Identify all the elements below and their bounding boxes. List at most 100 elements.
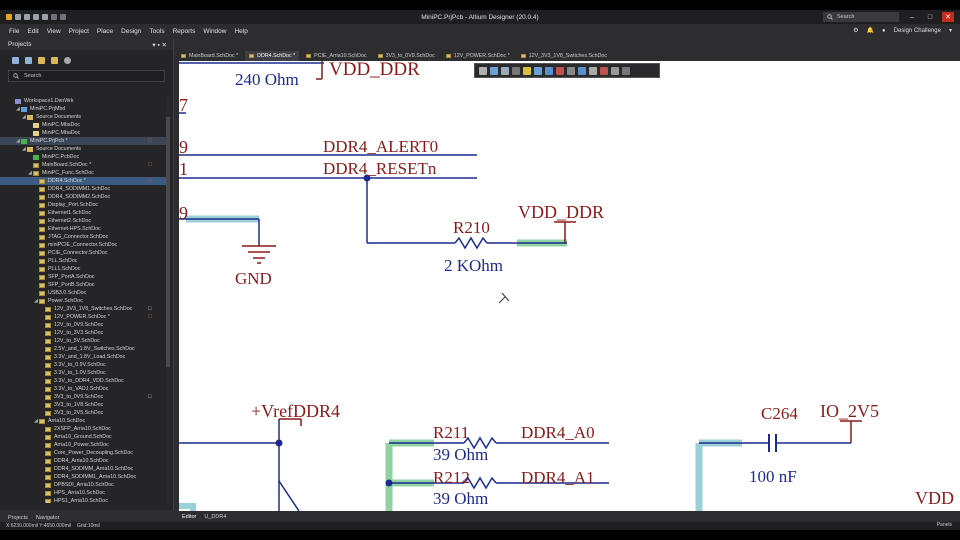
tree-item[interactable]: MiniPC.MbsDoc bbox=[0, 121, 166, 129]
document-tab[interactable]: PCIE_Arria10.SchDoc bbox=[302, 51, 371, 61]
tree-item[interactable]: MiniPC.MbaDoc bbox=[0, 129, 166, 137]
tree-item[interactable]: 3.3V_to_DDR4_VDD.SchDoc bbox=[0, 377, 166, 385]
tree-item[interactable]: MainBoard.SchDoc * □ bbox=[0, 161, 166, 169]
tree-item[interactable]: Workspace1.DsnWrk bbox=[0, 97, 166, 105]
schematic-canvas[interactable]: 240 Ohm VDD_DDR 7 9 1 DDR4_ALERT0 DDR4_R… bbox=[179, 61, 960, 511]
menu-design[interactable]: Design bbox=[121, 28, 141, 35]
menu-window[interactable]: Window bbox=[203, 28, 226, 35]
bus-icon[interactable] bbox=[534, 66, 542, 75]
tree-item[interactable]: SFP_PortA.SchDoc bbox=[0, 273, 166, 281]
tree-item[interactable]: 2XSFP_Arria10.SchDoc bbox=[0, 425, 166, 433]
chevron-down-icon[interactable]: ▾ bbox=[949, 27, 952, 34]
tree-item[interactable]: Arria10_Ground.SchDoc bbox=[0, 433, 166, 441]
move-icon[interactable] bbox=[490, 66, 498, 75]
tree-item[interactable]: 3.3V_to_0.9V.SchDoc bbox=[0, 361, 166, 369]
tree-item[interactable]: 3.3V_to_VADJ.SchDoc bbox=[0, 385, 166, 393]
menu-edit[interactable]: Edit bbox=[27, 28, 38, 35]
menu-help[interactable]: Help bbox=[234, 28, 247, 35]
tree-item[interactable]: HPS1_Arria10.SchDoc bbox=[0, 497, 166, 503]
menu-view[interactable]: View bbox=[47, 28, 61, 35]
menu-project[interactable]: Project bbox=[69, 28, 89, 35]
tree-scrollbar-thumb[interactable] bbox=[166, 117, 170, 367]
tree-item[interactable]: SFP_PortB.SchDoc bbox=[0, 281, 166, 289]
minimize-button[interactable]: – bbox=[906, 12, 918, 22]
document-tab[interactable]: DDR4.SchDoc * bbox=[245, 51, 300, 61]
document-tab[interactable]: MainBoard.SchDoc * bbox=[177, 51, 243, 61]
wire-icon[interactable] bbox=[523, 66, 531, 75]
power-port-io[interactable] bbox=[840, 420, 862, 443]
tree-item[interactable]: JTAG_Connector.SchDoc bbox=[0, 233, 166, 241]
tree-item[interactable]: PCIE_Connector.SchDoc bbox=[0, 249, 166, 257]
tree-item[interactable]: 12V_to_3V3.SchDoc bbox=[0, 329, 166, 337]
tree-item[interactable]: 3V3_to_2V5.SchDoc bbox=[0, 409, 166, 417]
tree-item[interactable]: 3.3V_and_1.8V_Load.SchDoc bbox=[0, 353, 166, 361]
text-icon[interactable] bbox=[611, 66, 619, 75]
close-button[interactable]: ✕ bbox=[942, 12, 954, 22]
tree-item[interactable]: 3V3_to_0V9.SchDoc □ bbox=[0, 393, 166, 401]
label-r210[interactable]: R210 bbox=[453, 218, 490, 237]
tree-item[interactable]: DDR4_SODIMM_Arria10.SchDoc bbox=[0, 465, 166, 473]
tree-item[interactable]: DDR4.SchDoc * □ bbox=[0, 177, 166, 185]
tree-item[interactable]: PLL.SchDoc bbox=[0, 257, 166, 265]
maximize-button[interactable]: □ bbox=[924, 12, 936, 22]
menu-tools[interactable]: Tools bbox=[149, 28, 164, 35]
label-c264[interactable]: C264 bbox=[761, 404, 798, 423]
select-icon[interactable] bbox=[501, 66, 509, 75]
power-port-icon[interactable] bbox=[556, 66, 564, 75]
directive-icon[interactable] bbox=[600, 66, 608, 75]
tree-item[interactable]: ◢ Arria10.SchDoc bbox=[0, 417, 166, 425]
part-icon[interactable] bbox=[567, 66, 575, 75]
tree-item[interactable]: Ethernet2.SchDoc bbox=[0, 217, 166, 225]
port-icon[interactable] bbox=[578, 66, 586, 75]
tree-item[interactable]: Core_Power_Decoupling.SchDoc bbox=[0, 449, 166, 457]
user-icon[interactable]: ● bbox=[882, 28, 886, 34]
tab-projects[interactable]: Projects bbox=[8, 515, 28, 521]
panels-button[interactable]: Panels bbox=[937, 522, 952, 528]
document-tab[interactable]: 12V_POWER.SchDoc * bbox=[441, 51, 514, 61]
tree-item[interactable]: DDR4_SODIMM1.SchDoc bbox=[0, 185, 166, 193]
tree-item[interactable]: Ethernet-HPS.SchDoc bbox=[0, 225, 166, 233]
tree-item[interactable]: ◢ Power.SchDoc bbox=[0, 297, 166, 305]
net-label-reset[interactable]: DDR4_RESETn bbox=[323, 159, 437, 178]
tree-item[interactable]: Arria10_Power.SchDoc bbox=[0, 441, 166, 449]
document-tab[interactable]: 12V_3V3_1V8_Switches.SchDoc bbox=[516, 51, 612, 61]
tree-item[interactable]: DDR4_SODIMM1_Arria10.SchDoc bbox=[0, 473, 166, 481]
tree-item[interactable]: 3.3V_to_1.0V.SchDoc bbox=[0, 369, 166, 377]
tab-u-ddr4[interactable]: U_DDR4 bbox=[204, 514, 226, 520]
menu-place[interactable]: Place bbox=[97, 28, 113, 35]
panel-menu-icon[interactable]: ▾ ▪ ✕ bbox=[152, 41, 167, 49]
projects-search-input[interactable]: Search bbox=[8, 70, 165, 82]
tree-item[interactable]: 12V_POWER.SchDoc * □ bbox=[0, 313, 166, 321]
resistor-r210[interactable] bbox=[454, 236, 488, 250]
document-tab[interactable]: 3V3_to_0V9.SchDoc bbox=[373, 51, 439, 61]
label-r211[interactable]: R211 bbox=[433, 423, 469, 442]
tree-item[interactable]: 2.5V_and_1.8V_Switches.SchDoc bbox=[0, 345, 166, 353]
tree-item[interactable]: DPBSDI_Arria10.SchDoc bbox=[0, 481, 166, 489]
net-label-a1[interactable]: DDR4_A1 bbox=[521, 468, 595, 487]
tree-item[interactable]: miniPCIE_Connector.SchDoc bbox=[0, 241, 166, 249]
tree-item[interactable]: ◢ Source Documents bbox=[0, 145, 166, 153]
save-icon[interactable] bbox=[12, 56, 19, 64]
align-icon[interactable] bbox=[512, 66, 520, 75]
tree-item[interactable]: ◢ MiniPC_Func.SchDoc bbox=[0, 169, 166, 177]
bell-icon[interactable]: 🔔 bbox=[867, 27, 874, 34]
tree-item[interactable]: USB3.0.SchDoc bbox=[0, 289, 166, 297]
net-label-alert[interactable]: DDR4_ALERT0 bbox=[323, 137, 438, 156]
tree-item[interactable]: ◢ MiniPC.PrjPcb * □ bbox=[0, 137, 166, 145]
sheet-icon[interactable] bbox=[589, 66, 597, 75]
workspace-selector[interactable]: Design Challenge bbox=[894, 28, 941, 34]
tab-editor[interactable]: Editor bbox=[182, 514, 196, 520]
compile-icon[interactable] bbox=[25, 56, 32, 64]
tree-item[interactable]: ◢ MiniPC.PrjMbd bbox=[0, 105, 166, 113]
global-search-box[interactable]: Search bbox=[823, 12, 899, 22]
gear-icon[interactable]: ⚙ bbox=[853, 27, 858, 34]
shape-icon[interactable] bbox=[622, 66, 630, 75]
filter-icon[interactable] bbox=[479, 66, 487, 75]
tree-item[interactable]: Ethernet1.SchDoc bbox=[0, 209, 166, 217]
tree-item[interactable]: MiniPC.PcbDoc bbox=[0, 153, 166, 161]
menu-file[interactable]: File bbox=[9, 28, 19, 35]
tree-item[interactable]: 3V3_to_1V8.SchDoc bbox=[0, 401, 166, 409]
folder-icon[interactable] bbox=[38, 56, 45, 64]
menu-reports[interactable]: Reports bbox=[173, 28, 196, 35]
tree-item[interactable]: DDR4_Arria10.SchDoc bbox=[0, 457, 166, 465]
